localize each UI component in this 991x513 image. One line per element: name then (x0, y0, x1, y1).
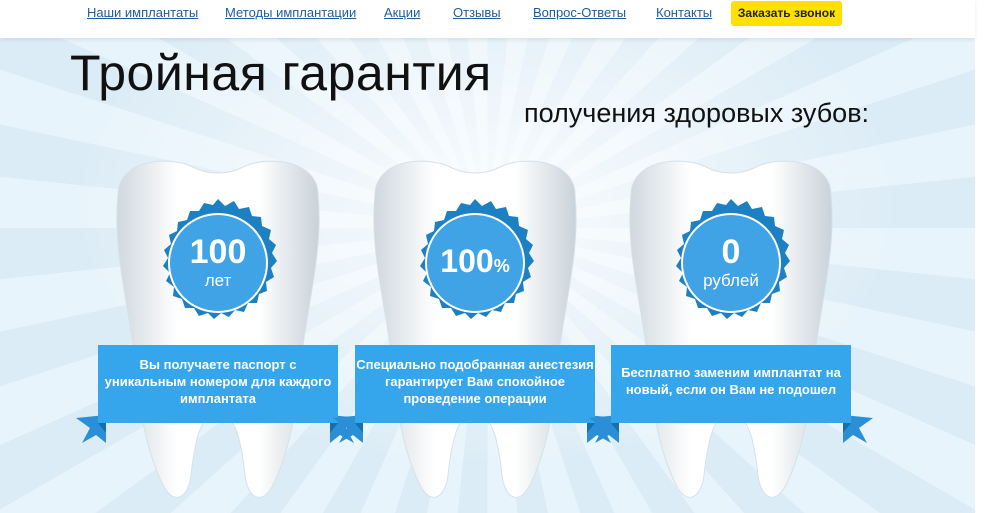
badge-replacement: 0 рублей (663, 195, 799, 331)
ribbon-text: Вы получаете паспорт с уникальным номеро… (104, 356, 332, 406)
ribbon-text: Бесплатно заменим имплантат на новый, ес… (621, 365, 841, 397)
nav-link-faq[interactable]: Вопрос-Ответы (533, 5, 626, 20)
ribbon-banner: Специально подобранная анестезия гаранти… (333, 323, 617, 448)
nav-link-methods[interactable]: Методы имплантации (225, 5, 356, 20)
badge-unit: рублей (703, 271, 759, 290)
badge-value: 100 (440, 242, 494, 279)
badge-passport: 100 лет (150, 195, 286, 331)
badge-circle: 0 рублей (681, 213, 781, 313)
guarantee-card-anesthesia: 100% Специально подобранная анестезия га… (333, 155, 617, 513)
badge-value-row: 100% (440, 244, 509, 283)
page-subtitle: получения здоровых зубов: (524, 98, 870, 128)
badge-circle: 100 лет (168, 213, 268, 313)
badge-unit: лет (204, 271, 232, 290)
badge-value: 100 (189, 233, 247, 271)
badge-circle: 100% (425, 213, 525, 313)
ribbon-banner: Вы получаете паспорт с уникальным номеро… (76, 323, 360, 448)
badge-value: 0 (721, 233, 741, 271)
top-navigation: Наши имплантаты Методы имплантации Акции… (0, 0, 975, 38)
ribbon-banner: Бесплатно заменим имплантат на новый, ес… (589, 323, 873, 448)
badge-anesthesia: 100% (407, 195, 543, 331)
ribbon-text: Специально подобранная анестезия гаранти… (356, 356, 594, 406)
badge-unit: % (493, 255, 510, 276)
nav-link-implants[interactable]: Наши имплантаты (87, 5, 198, 20)
guarantee-section: Тройная гарантия получения здоровых зубо… (0, 38, 975, 513)
nav-link-promotions[interactable]: Акции (384, 5, 420, 20)
nav-link-reviews[interactable]: Отзывы (453, 5, 501, 20)
guarantee-card-replacement: 0 рублей Бесплатно заменим имплантат на … (589, 155, 873, 513)
page-margin (975, 0, 991, 513)
guarantee-card-passport: 100 лет Вы получаете паспорт с уникальны… (76, 155, 360, 513)
page-title: Тройная гарантия (70, 45, 492, 101)
nav-link-contacts[interactable]: Контакты (656, 5, 712, 20)
order-call-button[interactable]: Заказать звонок (731, 1, 842, 26)
